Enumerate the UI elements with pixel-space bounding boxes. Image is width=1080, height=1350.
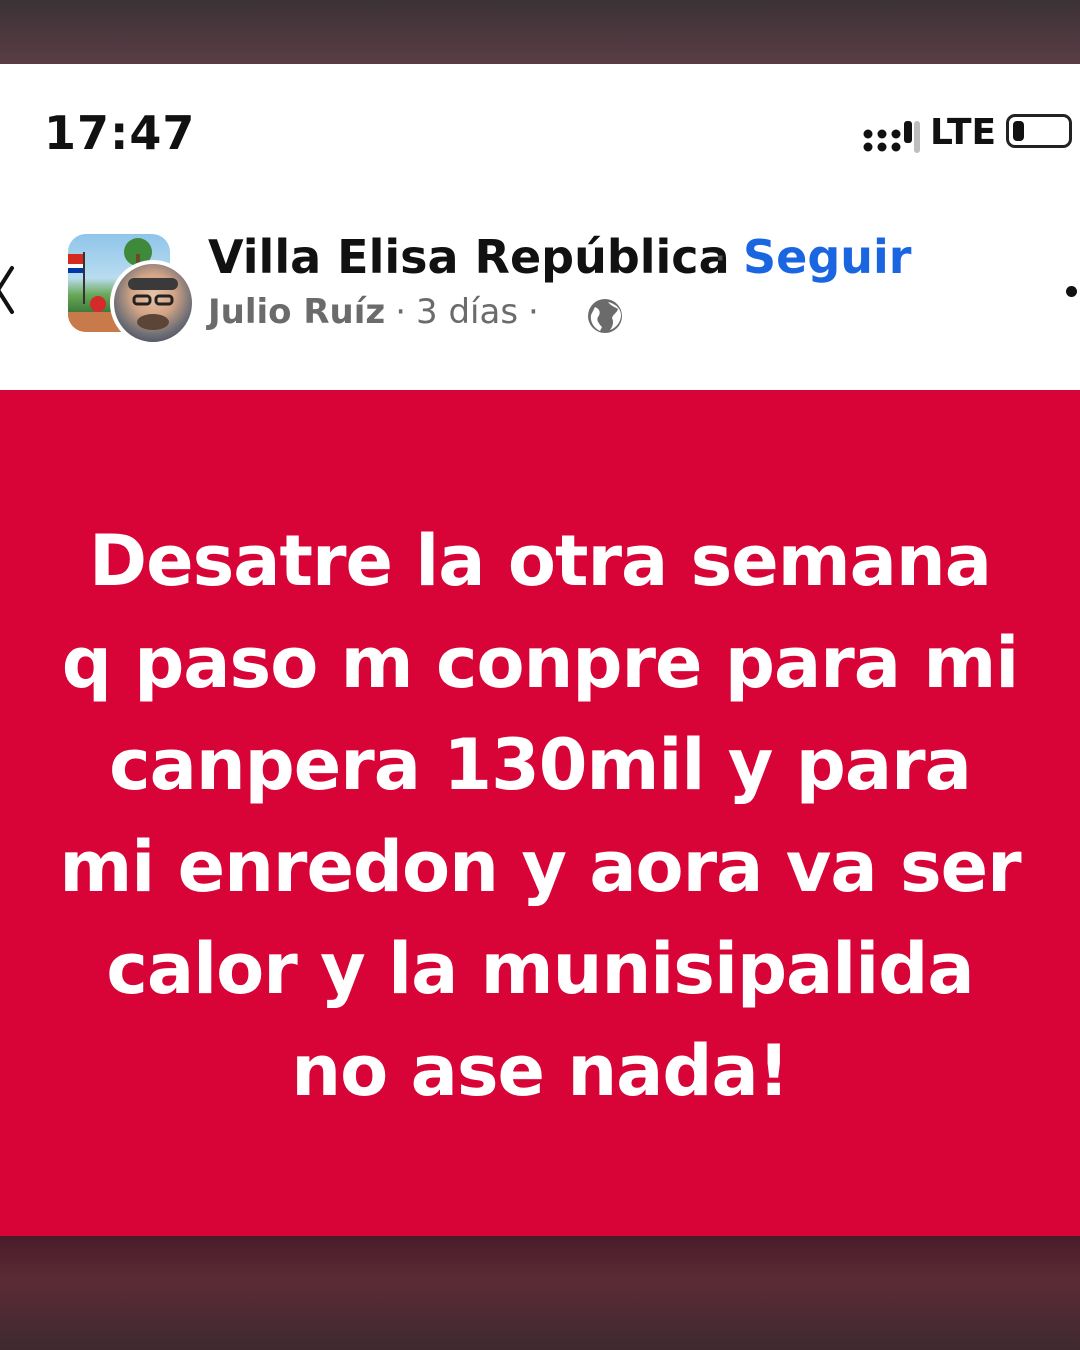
back-chevron-icon[interactable] <box>0 262 18 318</box>
header-separator: · <box>714 236 727 282</box>
status-time: 17:47 <box>44 106 196 160</box>
page-name[interactable]: Villa Elisa República <box>208 230 730 284</box>
post-background: Desatre la otra semana q paso m conpre p… <box>0 390 1080 1236</box>
post-meta: Julio Ruíz · 3 días · <box>208 292 549 332</box>
bottom-frame <box>0 1236 1080 1350</box>
author-avatar-image <box>128 278 178 330</box>
globe-icon <box>588 299 622 333</box>
battery-level <box>1013 121 1024 141</box>
battery-icon <box>1006 114 1072 148</box>
follow-button[interactable]: Seguir <box>743 230 911 284</box>
post-text: Desatre la otra semana q paso m conpre p… <box>59 520 1021 1112</box>
network-type-label: LTE <box>930 112 997 153</box>
top-frame <box>0 0 1080 64</box>
more-options-icon[interactable] <box>1066 286 1077 297</box>
phone-screen: 17:47 LTE Villa Elisa República · Seguir… <box>0 64 1080 1236</box>
post-time[interactable]: 3 días <box>416 292 518 332</box>
meta-separator: · <box>528 292 539 332</box>
signal-bars-icon <box>863 121 920 153</box>
author-avatar[interactable] <box>110 260 196 346</box>
meta-separator: · <box>395 292 407 332</box>
author-name[interactable]: Julio Ruíz <box>208 292 385 332</box>
